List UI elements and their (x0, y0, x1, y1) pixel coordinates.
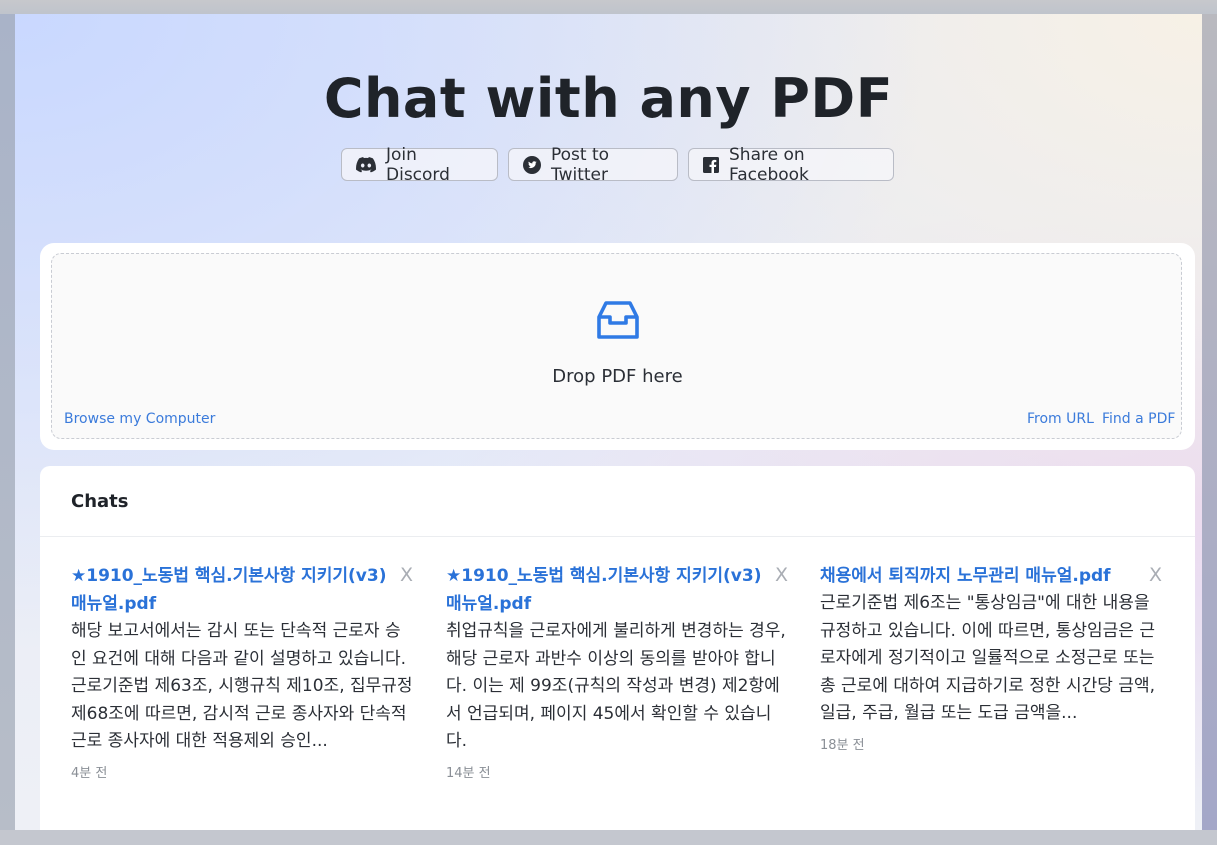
share-on-facebook-label: Share on Facebook (729, 144, 809, 185)
from-url-link[interactable]: From URL (1027, 411, 1094, 427)
browse-computer-link[interactable]: Browse my Computer (64, 411, 215, 427)
chat-timestamp: 4분 전 (71, 765, 108, 781)
close-icon[interactable]: X (775, 562, 788, 588)
post-to-twitter-label: Post to Twitter (551, 144, 610, 185)
chat-snippet: 취업규칙을 근로자에게 불리하게 변경하는 경우, 해당 근로자 과반수 이상의… (446, 621, 786, 752)
join-discord-label: Join Discord (386, 144, 450, 185)
chat-item[interactable]: 채용에서 퇴직까지 노무관리 매뉴얼.pdf X 근로기준법 제6조는 "통상임… (820, 562, 1165, 753)
chat-file-name-link[interactable]: ★1910_노동법 핵심.기본사항 지키기(v3) 매뉴얼.pdf (446, 562, 791, 618)
page: Chat with any PDF Join Discord Post to T… (15, 14, 1202, 830)
window-frame-bottom (0, 830, 1217, 845)
chat-item[interactable]: ★1910_노동법 핵심.기본사항 지키기(v3) 매뉴얼.pdf X 취업규칙… (446, 562, 791, 781)
chat-item[interactable]: ★1910_노동법 핵심.기본사항 지키기(v3) 매뉴얼.pdf X 해당 보… (71, 562, 416, 781)
chat-file-name-link[interactable]: ★1910_노동법 핵심.기본사항 지키기(v3) 매뉴얼.pdf (71, 562, 416, 618)
twitter-icon (523, 155, 541, 174)
chat-snippet: 근로기준법 제6조는 "통상임금"에 대한 내용을 규정하고 있습니다. 이에 … (820, 593, 1155, 724)
upload-card: Drop PDF here Browse my Computer From UR… (40, 243, 1195, 450)
close-icon[interactable]: X (400, 562, 413, 588)
inbox-icon (595, 297, 641, 347)
window-frame-right (1202, 14, 1217, 830)
close-icon[interactable]: X (1149, 562, 1162, 588)
chat-timestamp: 14분 전 (446, 765, 491, 781)
find-pdf-link[interactable]: Find a PDF (1102, 411, 1175, 427)
join-discord-button[interactable]: Join Discord (341, 145, 498, 185)
share-on-facebook-button[interactable]: Share on Facebook (688, 145, 894, 185)
drop-pdf-label: Drop PDF here (552, 366, 683, 387)
post-to-twitter-button[interactable]: Post to Twitter (508, 145, 678, 185)
chat-snippet: 해당 보고서에서는 감시 또는 단속적 근로자 승인 요건에 대해 다음과 같이… (71, 621, 413, 752)
chat-file-name-link[interactable]: 채용에서 퇴직까지 노무관리 매뉴얼.pdf (820, 562, 1165, 590)
chat-timestamp: 18분 전 (820, 737, 865, 753)
window-frame-left (0, 14, 15, 830)
pdf-dropzone[interactable]: Drop PDF here Browse my Computer From UR… (51, 253, 1182, 439)
page-title: Chat with any PDF (323, 67, 894, 130)
chats-card: Chats ★1910_노동법 핵심.기본사항 지키기(v3) 매뉴얼.pdf … (40, 466, 1195, 830)
discord-icon (356, 156, 376, 173)
chats-heading: Chats (71, 491, 129, 512)
divider (40, 536, 1195, 537)
window-frame-top (0, 0, 1217, 14)
facebook-icon (703, 156, 719, 173)
